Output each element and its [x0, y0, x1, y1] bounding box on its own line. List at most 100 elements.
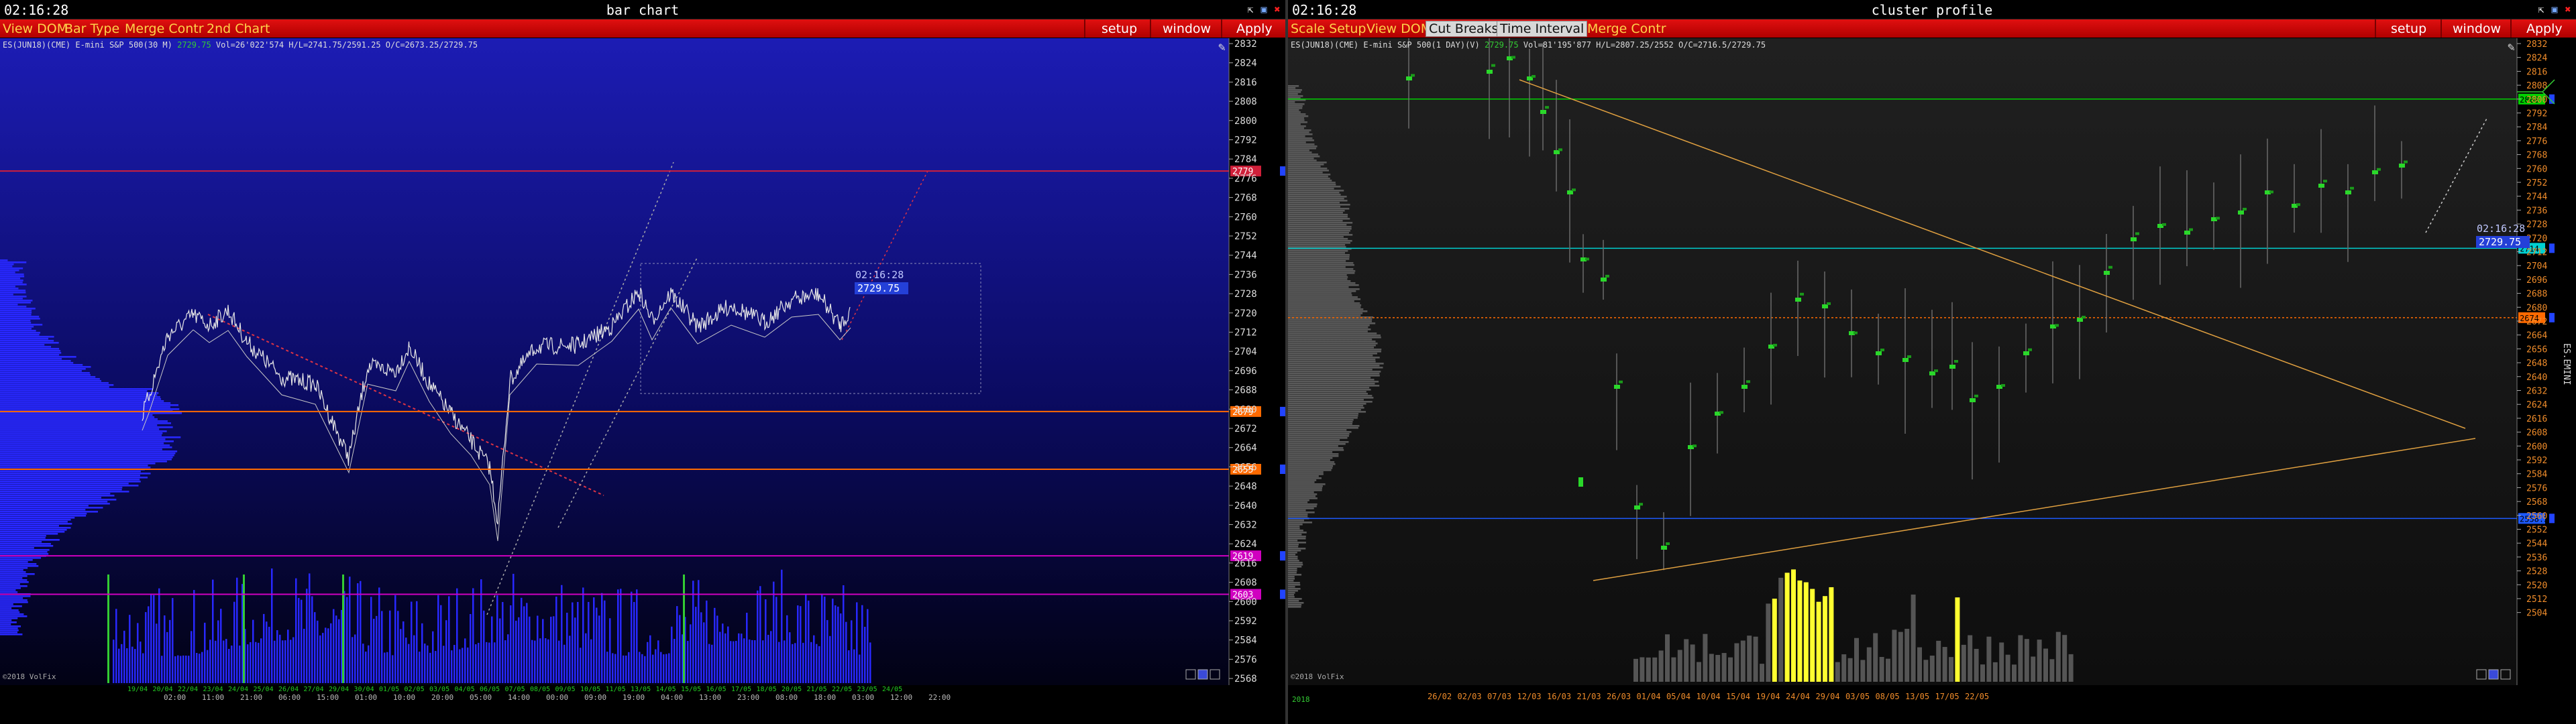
profile-bar	[0, 473, 151, 475]
profile-bar	[1288, 333, 1377, 335]
profile-bar	[1288, 274, 1347, 276]
volume-bar	[1697, 662, 1701, 682]
volume-bar	[757, 590, 759, 683]
window-button[interactable]: window	[1163, 21, 1211, 36]
volume-bar	[867, 609, 869, 683]
date-label: 27/04	[304, 686, 324, 693]
setup-button[interactable]: setup	[2391, 21, 2426, 36]
close-icon[interactable]: ✖	[2563, 3, 2573, 15]
menu-view-dom[interactable]: View DOM	[3, 21, 68, 36]
time-label: 22:00	[928, 693, 951, 702]
volume-bar	[142, 653, 144, 683]
window-button[interactable]: window	[2453, 21, 2501, 36]
price-tick-label: 2664	[1234, 443, 1257, 454]
profile-bar	[0, 511, 99, 513]
profile-bar	[1288, 260, 1346, 262]
menu-view-dom[interactable]: View DOM	[1366, 21, 1432, 36]
profile-bar	[1288, 606, 1301, 608]
profile-bar	[0, 312, 32, 314]
menu-2nd-chart[interactable]: 2nd Chart	[207, 21, 270, 36]
volume-bar	[1955, 597, 1960, 682]
volume-bar	[317, 620, 319, 683]
pencil-icon[interactable]: ✎	[1218, 40, 1226, 54]
right-menubar: Scale Setup View DOM Cut Breaks Time Int…	[1288, 19, 2576, 38]
apply-button[interactable]: Apply	[2526, 21, 2563, 36]
price-tick-label: 2712	[2526, 248, 2547, 258]
cluster-mark	[1411, 74, 1415, 77]
menu-merge-contr[interactable]: Merge Contr	[1587, 21, 1666, 36]
profile-bar	[1288, 514, 1308, 516]
profile-bar	[1288, 363, 1384, 365]
volume-bar	[177, 655, 179, 683]
profile-bar	[1288, 441, 1349, 443]
restore-icon[interactable]: ▣	[1258, 3, 1269, 15]
pin-icon[interactable]: ⇱	[1245, 3, 1256, 15]
profile-bar	[0, 457, 173, 459]
price-tick-label: 2592	[2526, 456, 2547, 466]
menu-cut-breaks[interactable]: Cut Breaks	[1426, 21, 1502, 37]
profile-bar	[0, 591, 18, 593]
cluster-chart-canvas[interactable]: 26/02 02/03 07/03 12/03 16/03 21/03 26/03 01/04…	[1288, 38, 2576, 723]
profile-bar	[0, 450, 178, 452]
menu-time-interval[interactable]: Time Interval	[1497, 21, 1588, 37]
setup-button[interactable]: setup	[1102, 21, 1137, 36]
volume-bar	[687, 641, 689, 683]
profile-bar	[1288, 282, 1356, 284]
volume-bar	[582, 587, 584, 683]
volume-bar	[743, 638, 745, 683]
profile-bar	[1288, 224, 1347, 226]
restore-icon[interactable]: ▣	[2549, 3, 2560, 15]
volume-bar	[1892, 629, 1897, 682]
profile-bar	[0, 557, 42, 559]
profile-bar	[1288, 152, 1312, 154]
volume-bar	[539, 638, 541, 683]
cluster-mark	[1487, 70, 1493, 74]
volume-bar	[601, 593, 603, 683]
volume-bar	[518, 617, 520, 683]
profile-bar	[0, 338, 48, 340]
time-label: 02:00	[164, 693, 186, 702]
volume-bar	[306, 589, 308, 683]
bar-chart-canvas[interactable]: 19/04 20/04 22/04 23/04 24/04 25/04 26/04 27/04…	[0, 38, 1285, 723]
profile-bar	[1288, 483, 1326, 485]
volume-bar	[580, 648, 582, 683]
volume-bar	[647, 642, 649, 683]
date-label: 19/04	[127, 686, 148, 693]
close-icon[interactable]: ✖	[1272, 3, 1283, 15]
volume-bar	[778, 642, 780, 683]
profile-bar	[1288, 481, 1315, 483]
apply-button[interactable]: Apply	[1236, 21, 1273, 36]
profile-bar	[1288, 399, 1364, 401]
volume-bar	[502, 602, 504, 683]
volume-bar	[1803, 582, 1809, 682]
profile-bar	[1288, 548, 1306, 550]
profile-bar	[0, 501, 108, 503]
volume-bar	[1671, 657, 1676, 682]
date-label: 22/05	[1965, 692, 1989, 701]
volume-bar	[327, 628, 329, 683]
pencil-icon[interactable]: ✎	[2508, 40, 2515, 54]
menu-merge-contr[interactable]: Merge Contr	[125, 21, 204, 36]
profile-bar	[0, 619, 12, 621]
volume-bar	[204, 622, 206, 683]
profile-bar	[1288, 413, 1359, 415]
last-price-label: 2729.75	[857, 282, 900, 294]
profile-bar	[0, 529, 67, 531]
cluster-mark	[1949, 365, 1955, 369]
volume-bar	[386, 652, 388, 683]
menu-bar-type[interactable]: Bar Type	[64, 21, 119, 36]
price-tick-label: 2568	[2526, 497, 2547, 507]
pin-icon[interactable]: ⇱	[2536, 3, 2546, 15]
profile-bar	[0, 448, 162, 450]
menu-divider	[2510, 19, 2512, 38]
menu-scale-setup[interactable]: Scale Setup	[1291, 21, 1366, 36]
profile-bar	[0, 595, 31, 597]
profile-bar	[1288, 584, 1301, 586]
profile-bar	[1288, 465, 1334, 467]
cluster-mark	[1902, 358, 1909, 362]
volume-bar	[515, 620, 517, 683]
profile-bar	[0, 487, 123, 489]
volume-bar	[1898, 631, 1903, 682]
profile-bar	[0, 392, 159, 394]
volume-bar	[392, 655, 394, 683]
